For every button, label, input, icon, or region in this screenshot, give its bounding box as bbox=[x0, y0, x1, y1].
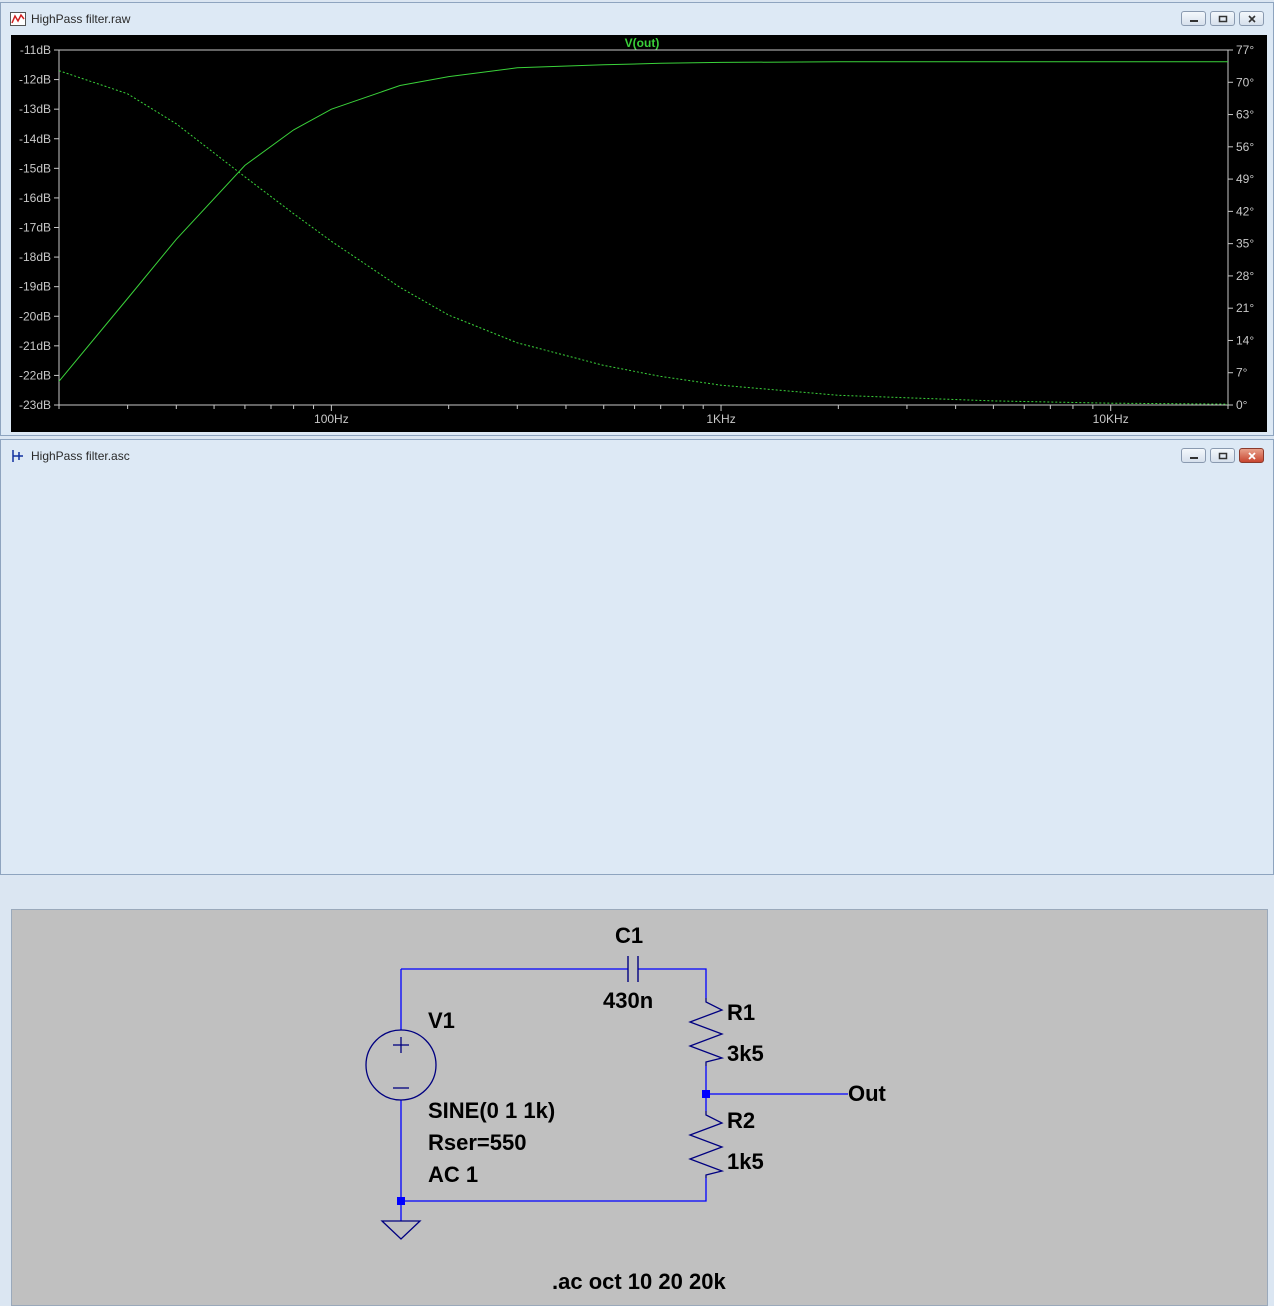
resistor-r2[interactable] bbox=[688, 1111, 725, 1178]
net-label-out[interactable]: Out bbox=[848, 1083, 886, 1105]
restore-icon bbox=[1218, 15, 1227, 22]
schematic-canvas[interactable]: C1 430n V1 SINE(0 1 1k) Rser=550 AC 1 R1… bbox=[11, 909, 1268, 1306]
v1-line1[interactable]: SINE(0 1 1k) bbox=[428, 1100, 555, 1122]
resistor-r1[interactable] bbox=[688, 998, 725, 1066]
r1-name[interactable]: R1 bbox=[727, 1002, 755, 1024]
r2-value[interactable]: 1k5 bbox=[727, 1151, 764, 1173]
y-right-tick-label: 49° bbox=[1236, 172, 1254, 186]
v1-name[interactable]: V1 bbox=[428, 1010, 455, 1032]
junction-dot bbox=[397, 1197, 405, 1205]
x-tick-label: 1KHz bbox=[706, 412, 735, 426]
plot-area[interactable]: -11dB -12dB -13dB -14dB -15dB -16dB -17dB -18dB… bbox=[11, 35, 1267, 432]
y-right-tick-label: 56° bbox=[1236, 140, 1254, 154]
close-button[interactable] bbox=[1239, 448, 1264, 463]
minimize-button[interactable] bbox=[1181, 11, 1206, 26]
close-icon bbox=[1247, 451, 1256, 460]
y-left-tick-label: -13dB bbox=[19, 102, 51, 116]
minimize-button[interactable] bbox=[1181, 448, 1206, 463]
restore-icon bbox=[1218, 452, 1227, 459]
asc-window: HighPass filter.asc C1 430n V1 SINE(0 1 … bbox=[0, 439, 1274, 1306]
y-right-tick-label: 35° bbox=[1236, 237, 1254, 251]
capacitor-c1[interactable] bbox=[627, 956, 639, 982]
y-right-tick-label: 21° bbox=[1236, 301, 1254, 315]
minimize-icon bbox=[1189, 19, 1198, 22]
c1-name[interactable]: C1 bbox=[615, 925, 643, 947]
y-right-tick-label: 70° bbox=[1236, 75, 1254, 89]
close-icon bbox=[1247, 14, 1256, 23]
x-tick-label: 100Hz bbox=[314, 412, 349, 426]
asc-window-title: HighPass filter.asc bbox=[31, 449, 130, 463]
y-left-tick-label: -14dB bbox=[19, 132, 51, 146]
raw-window: HighPass filter.raw -11dB -12dB -13dB -14dB… bbox=[0, 2, 1274, 436]
y-left-tick-label: -18dB bbox=[19, 250, 51, 264]
close-button[interactable] bbox=[1239, 11, 1264, 26]
y-left-tick-label: -19dB bbox=[19, 280, 51, 294]
ground-symbol[interactable] bbox=[380, 1220, 422, 1240]
phase-trace bbox=[58, 70, 1229, 405]
voltage-source-v1[interactable] bbox=[365, 1029, 437, 1101]
x-tick-label: 10KHz bbox=[1093, 412, 1129, 426]
v1-line2[interactable]: Rser=550 bbox=[428, 1132, 526, 1154]
maximize-button[interactable] bbox=[1210, 448, 1235, 463]
r1-value[interactable]: 3k5 bbox=[727, 1043, 764, 1065]
asc-titlebar[interactable]: HighPass filter.asc bbox=[1, 440, 1273, 470]
y-left-tick-label: -17dB bbox=[19, 221, 51, 235]
y-left-tick-label: -16dB bbox=[19, 191, 51, 205]
y-right-tick-label: 28° bbox=[1236, 269, 1254, 283]
y-left-tick-label: -23dB bbox=[19, 398, 51, 412]
waveform-icon bbox=[10, 12, 26, 26]
y-right-tick-label: 42° bbox=[1236, 204, 1254, 218]
y-left-tick-label: -22dB bbox=[19, 368, 51, 382]
spice-directive[interactable]: .ac oct 10 20 20k bbox=[552, 1271, 726, 1293]
y-left-tick-label: -20dB bbox=[19, 309, 51, 323]
minimize-icon bbox=[1189, 456, 1198, 459]
y-left-tick-label: -21dB bbox=[19, 339, 51, 353]
y-right-tick-label: 77° bbox=[1236, 43, 1254, 57]
y-right-tick-label: 7° bbox=[1236, 366, 1248, 380]
y-right-tick-label: 63° bbox=[1236, 108, 1254, 122]
y-right-tick-label: 0° bbox=[1236, 398, 1248, 412]
maximize-button[interactable] bbox=[1210, 11, 1235, 26]
y-left-tick-label: -12dB bbox=[19, 73, 51, 87]
r2-name[interactable]: R2 bbox=[727, 1110, 755, 1132]
raw-window-title: HighPass filter.raw bbox=[31, 12, 131, 26]
plot-frame bbox=[58, 49, 1229, 406]
y-left-tick-label: -15dB bbox=[19, 161, 51, 175]
schematic-icon bbox=[12, 450, 23, 462]
circuit-drawing[interactable] bbox=[12, 910, 1267, 1305]
v1-line3[interactable]: AC 1 bbox=[428, 1164, 478, 1186]
raw-titlebar[interactable]: HighPass filter.raw bbox=[1, 3, 1273, 33]
magnitude-trace bbox=[58, 61, 1228, 382]
y-left-tick-label: -11dB bbox=[20, 43, 51, 57]
y-right-tick-label: 14° bbox=[1236, 333, 1254, 347]
c1-value[interactable]: 430n bbox=[603, 990, 653, 1012]
bode-plot[interactable]: -11dB -12dB -13dB -14dB -15dB -16dB -17dB -18dB… bbox=[11, 35, 1267, 432]
junction-dot bbox=[702, 1090, 710, 1098]
trace-label[interactable]: V(out) bbox=[625, 36, 660, 50]
